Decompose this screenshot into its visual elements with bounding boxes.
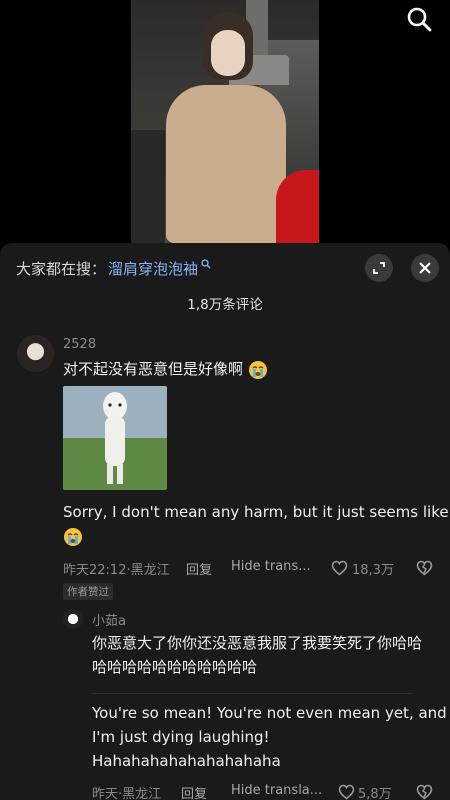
reply-timestamp: 昨天·黑龙江 (92, 787, 162, 800)
comment-translation-line1: Sorry, I don't mean any harm, but it jus… (63, 503, 449, 521)
crying-emoji-icon (248, 360, 267, 379)
reply-translation-line2: I'm just dying laughing! (92, 728, 270, 746)
comment-text: 对不起没有恶意但是好像啊 (63, 357, 268, 381)
avatar[interactable] (17, 335, 54, 372)
close-button[interactable] (411, 254, 439, 282)
author-liked-badge: 作者赞过 (63, 583, 113, 600)
reply-button[interactable]: 回复 (186, 559, 212, 578)
reply-avatar[interactable] (63, 609, 83, 629)
reply-text-line2: 哈哈哈哈哈哈哈哈哈哈哈 (92, 658, 258, 676)
comment-text-content: 对不起没有恶意但是好像啊 (63, 360, 244, 378)
reply-like-count: 5,8万 (358, 787, 392, 800)
reply-translation-line1: You're so mean! You're not even mean yet… (92, 704, 447, 722)
expand-button[interactable] (365, 254, 393, 282)
trending-search[interactable]: 大家都在搜： 溜肩穿泡泡袖 (16, 257, 211, 279)
video-player[interactable] (0, 0, 450, 243)
small-search-icon (201, 259, 211, 269)
reply-username[interactable]: 小茹a (92, 610, 126, 629)
trending-search-prefix: 大家都在搜： (16, 259, 107, 278)
video-frame (131, 0, 319, 243)
comment-translation-line2 (63, 524, 83, 548)
close-icon (419, 262, 431, 274)
search-icon[interactable] (406, 6, 432, 32)
like-count: 18,3万 (352, 563, 394, 578)
hide-translation-button[interactable]: Hide trans... (231, 559, 311, 574)
heart-icon[interactable] (331, 560, 348, 576)
reply-translation-line3: Hahahahahahahahahaha (92, 752, 281, 770)
reply-hide-translation-button[interactable]: Hide transla... (231, 783, 322, 798)
translation-divider (92, 693, 412, 694)
reply-reply-button[interactable]: 回复 (181, 783, 207, 800)
dislike-icon[interactable] (416, 560, 433, 576)
reply-text-line1: 你恶意大了你你还没恶意我服了我要笑死了你哈哈 (92, 634, 423, 652)
heart-icon[interactable] (338, 784, 355, 800)
expand-icon (373, 262, 385, 274)
crying-emoji-icon (64, 527, 82, 546)
comment-image[interactable] (63, 386, 167, 490)
comment-timestamp: 昨天22:12·黑龙江 (63, 563, 170, 578)
sticker-figure-image (63, 386, 167, 490)
comment-count: 1,8万条评论 (187, 297, 263, 313)
trending-search-keyword[interactable]: 溜肩穿泡泡袖 (108, 258, 198, 279)
comment-sheet: 大家都在搜： 溜肩穿泡泡袖 1,8万条评论 2528 对不起没有恶意但是好像啊 (0, 243, 450, 800)
comment-username[interactable]: 2528 (63, 337, 96, 352)
dislike-icon[interactable] (416, 784, 433, 800)
